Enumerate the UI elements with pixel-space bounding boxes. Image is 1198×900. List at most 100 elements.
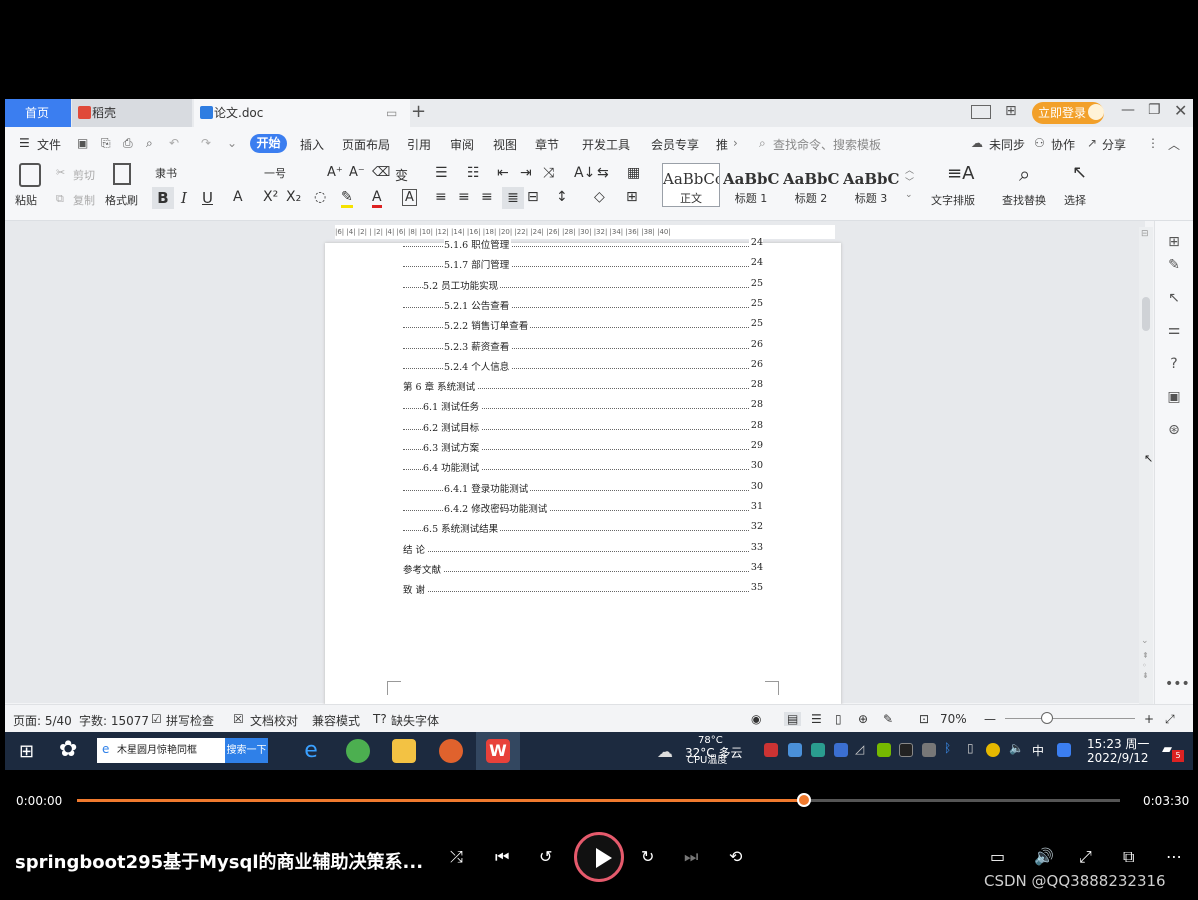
usb-icon[interactable]: ▯ [967,741,974,755]
sort-icon[interactable]: A↓ [574,165,595,181]
sync-status[interactable]: 未同步 [989,136,1025,153]
vertical-scrollbar[interactable]: ⊟ ⌄ ⇞ ◦ ⇟ [1139,227,1153,704]
bullets-icon[interactable]: ☰ [435,165,448,181]
document-page[interactable]: 5.1.6 职位管理 24 5.1.7 部门管理 24 5.2 员工功能实现 25 5.2.… [325,237,841,713]
find-replace-button[interactable]: 查找替换 [1002,192,1046,208]
increase-indent-icon[interactable]: ⇥ [520,165,532,181]
select-button[interactable]: 选择 [1064,192,1086,208]
taskbar-search-button[interactable]: 搜索一下 [225,738,268,763]
copy-button[interactable]: 复制 [73,192,95,208]
scroll-down-icon[interactable]: ⌄ [1141,636,1149,646]
proofread-button[interactable]: 文档校对 [250,712,298,729]
hamburger-icon[interactable]: ☰ [19,136,30,150]
paste-icon[interactable] [19,163,41,187]
toc-entry[interactable]: 结 论 33 [325,541,841,556]
new-tab-button[interactable]: + [411,101,426,122]
read-view-icon[interactable]: ▯ [835,712,842,726]
scrollbar-thumb[interactable] [1142,297,1150,331]
font-size-select[interactable]: 一号 [260,163,322,183]
highlight-icon[interactable]: ✎ [341,189,353,208]
tab-review[interactable]: 审阅 [450,136,474,153]
wps-icon[interactable]: W [486,739,510,763]
pip-icon[interactable]: ⧉ [1123,847,1134,867]
tab-docer[interactable]: 稻壳 [72,99,192,127]
toc-entry[interactable]: 5.2.2 销售订单查看 25 [325,318,841,333]
text-layout-icon[interactable]: ≡A [947,163,974,184]
borders-icon[interactable]: ⊞ [626,189,638,205]
loop-icon[interactable]: ⟲ [729,847,742,866]
rewind-10-icon[interactable]: ↺ [539,847,552,866]
panel-more-icon[interactable]: ••• [1165,675,1190,693]
more-chevron-icon[interactable]: ⌄ [227,136,237,150]
fullscreen-icon[interactable]: ⤢ [1165,712,1175,727]
justify-icon[interactable]: ≣ [502,187,524,209]
image-tool-icon[interactable]: ▣ [1165,388,1183,406]
subscript-button[interactable]: X₂ [286,189,301,205]
tray-shield-icon[interactable] [834,743,848,757]
share-button[interactable]: 分享 [1102,136,1126,153]
char-border-icon[interactable]: ◌ [314,189,326,205]
web-view-icon[interactable]: ⊕ [858,712,868,726]
play-button[interactable] [574,832,624,882]
previous-icon[interactable]: ⏮ [495,847,509,867]
format-painter-icon[interactable] [113,163,131,185]
scroll-top-icon[interactable]: ⊟ [1141,229,1149,239]
eye-protect-icon[interactable]: ◉ [751,712,761,726]
phonetic-icon[interactable]: 变 [395,165,408,184]
underline-button[interactable]: U [202,189,213,207]
volume-player-icon[interactable]: 🔊 [1034,847,1054,866]
qq-icon[interactable] [1057,743,1071,757]
battery-icon[interactable] [922,743,936,757]
chinese-layout-icon[interactable]: ⤨ [543,165,554,181]
network-icon[interactable]: ◿ [855,742,864,756]
word-count[interactable]: 字数: 15077 [79,712,149,729]
player-more-icon[interactable]: ⋯ [1166,847,1182,866]
progress-bar[interactable] [77,793,1120,807]
export-icon[interactable]: ⎘ [101,136,111,151]
progress-knob[interactable] [797,793,811,807]
toc-entry[interactable]: 6.2 测试目标 28 [325,419,841,434]
tab-member[interactable]: 会员专享 [651,136,699,153]
show-marks-icon[interactable]: ⇆ [597,165,609,181]
zoom-slider-knob[interactable] [1041,712,1053,724]
collab-button[interactable]: 协作 [1051,136,1075,153]
command-search-input[interactable]: 查找命令、搜索模板 [773,136,881,153]
toc-entry[interactable]: 6.4.2 修改密码功能测试 31 [325,500,841,515]
paste-button[interactable]: 粘贴 [15,192,37,208]
fullscreen-player-icon[interactable]: ⤢ [1079,847,1092,867]
cut-button[interactable]: 剪切 [73,167,95,183]
nvidia-icon[interactable] [877,743,891,757]
next-icon[interactable]: ⏭ [684,847,698,867]
cursor-icon[interactable]: ↖ [1165,289,1183,307]
subtitles-icon[interactable]: ▭ [990,847,1005,866]
missing-font-button[interactable]: 缺失字体 [391,712,439,729]
toc-entry[interactable]: 6.3 测试方案 29 [325,440,841,454]
format-painter-button[interactable]: 格式刷 [105,192,138,208]
style-normal[interactable]: AaBbCcI 正文 [662,163,720,207]
tabs-scroll-icon[interactable]: › [733,136,738,150]
toc-entry[interactable]: 6.1 测试任务 28 [325,399,841,414]
strikethrough-button[interactable]: A [233,189,243,205]
browser-app-icon[interactable]: ✿ [59,737,77,762]
forward-30-icon[interactable]: ↻ [641,847,654,866]
qq-tray-icon[interactable] [899,743,913,757]
toc-entry[interactable]: 6.5 系统测试结果 32 [325,521,841,536]
text-layout-button[interactable]: 文字排版 [931,192,975,208]
restore-icon[interactable]: ❐ [1148,102,1161,118]
align-right-icon[interactable]: ≡ [481,189,493,205]
toc-entry[interactable]: 5.1.6 职位管理 24 [325,237,841,251]
toc-entry[interactable]: 参考文献 34 [325,561,841,576]
line-spacing-icon[interactable]: ↕ [556,189,568,205]
tab-page-layout[interactable]: 页面布局 [342,136,390,153]
zoom-level[interactable]: 70% [940,712,967,726]
file-explorer-icon[interactable] [392,739,416,763]
toc-entry[interactable]: 6.4 功能测试 30 [325,460,841,475]
volume-icon[interactable]: 🔈 [1009,741,1024,755]
numbering-icon[interactable]: ☷ [467,165,480,181]
pen-icon[interactable]: ✎ [1165,256,1183,274]
save-icon[interactable]: ▣ [77,136,88,150]
windows-start-icon[interactable]: ⊞ [19,741,34,762]
bluetooth-icon[interactable]: ᛒ [944,741,951,755]
align-center-icon[interactable]: ≡ [458,189,470,205]
superscript-button[interactable]: X² [263,189,278,205]
